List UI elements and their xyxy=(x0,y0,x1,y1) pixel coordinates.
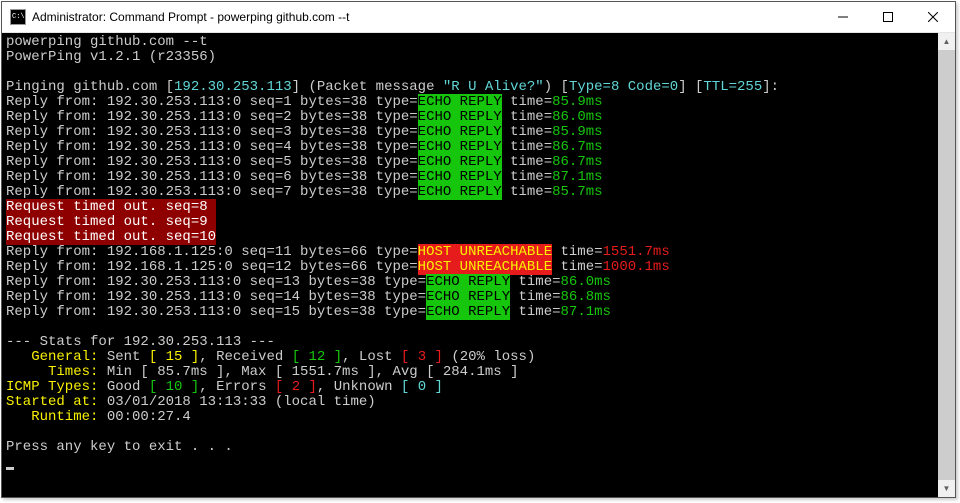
minimize-button[interactable] xyxy=(820,2,865,32)
reply-line: Reply from: 192.30.253.113:0 seq=7 bytes… xyxy=(6,185,938,200)
command-prompt-window: C:\ Administrator: Command Prompt - powe… xyxy=(1,1,956,498)
scroll-up-arrow[interactable]: ▲ xyxy=(938,33,955,50)
reply-line: Reply from: 192.30.253.113:0 seq=14 byte… xyxy=(6,290,938,305)
vertical-scrollbar[interactable]: ▲ ▼ xyxy=(938,33,955,497)
stats-started: Started at: 03/01/2018 13:13:33 (local t… xyxy=(6,395,938,410)
cursor xyxy=(6,467,14,470)
close-button[interactable] xyxy=(910,2,955,32)
stats-general: General: Sent [ 15 ], Received [ 12 ], L… xyxy=(6,350,938,365)
reply-line: Reply from: 192.30.253.113:0 seq=2 bytes… xyxy=(6,110,938,125)
stats-icmp: ICMP Types: Good [ 10 ], Errors [ 2 ], U… xyxy=(6,380,938,395)
version-line: PowerPing v1.2.1 (r23356) xyxy=(6,50,938,65)
terminal-line xyxy=(6,320,938,335)
cursor-line xyxy=(6,455,938,470)
exit-prompt: Press any key to exit . . . xyxy=(6,440,938,455)
maximize-button[interactable] xyxy=(865,2,910,32)
scroll-thumb[interactable] xyxy=(938,50,955,480)
reply-line: Reply from: 192.30.253.113:0 seq=1 bytes… xyxy=(6,95,938,110)
stats-runtime: Runtime: 00:00:27.4 xyxy=(6,410,938,425)
stats-header: --- Stats for 192.30.253.113 --- xyxy=(6,335,938,350)
cmd-icon: C:\ xyxy=(10,9,26,25)
terminal-area: powerping github.com --tPowerPing v1.2.1… xyxy=(2,33,955,497)
stats-times: Times: Min [ 85.7ms ], Max [ 1551.7ms ],… xyxy=(6,365,938,380)
svg-text:C:\: C:\ xyxy=(12,13,25,21)
reply-line: Reply from: 192.30.253.113:0 seq=4 bytes… xyxy=(6,140,938,155)
terminal-line xyxy=(6,425,938,440)
reply-error-line: Reply from: 192.168.1.125:0 seq=12 bytes… xyxy=(6,260,938,275)
reply-error-line: Reply from: 192.168.1.125:0 seq=11 bytes… xyxy=(6,245,938,260)
command-line: powerping github.com --t xyxy=(6,35,938,50)
timeout-line: Request timed out. seq=10 xyxy=(6,230,938,245)
reply-line: Reply from: 192.30.253.113:0 seq=5 bytes… xyxy=(6,155,938,170)
scroll-down-arrow[interactable]: ▼ xyxy=(938,480,955,497)
titlebar[interactable]: C:\ Administrator: Command Prompt - powe… xyxy=(2,2,955,33)
terminal-output[interactable]: powerping github.com --tPowerPing v1.2.1… xyxy=(2,33,938,497)
ping-header: Pinging github.com [192.30.253.113] (Pac… xyxy=(6,80,938,95)
reply-line: Reply from: 192.30.253.113:0 seq=3 bytes… xyxy=(6,125,938,140)
timeout-line: Request timed out. seq=8 xyxy=(6,200,938,215)
reply-line: Reply from: 192.30.253.113:0 seq=6 bytes… xyxy=(6,170,938,185)
reply-line: Reply from: 192.30.253.113:0 seq=13 byte… xyxy=(6,275,938,290)
terminal-line xyxy=(6,65,938,80)
window-title: Administrator: Command Prompt - powerpin… xyxy=(32,10,820,24)
timeout-line: Request timed out. seq=9 xyxy=(6,215,938,230)
reply-line: Reply from: 192.30.253.113:0 seq=15 byte… xyxy=(6,305,938,320)
